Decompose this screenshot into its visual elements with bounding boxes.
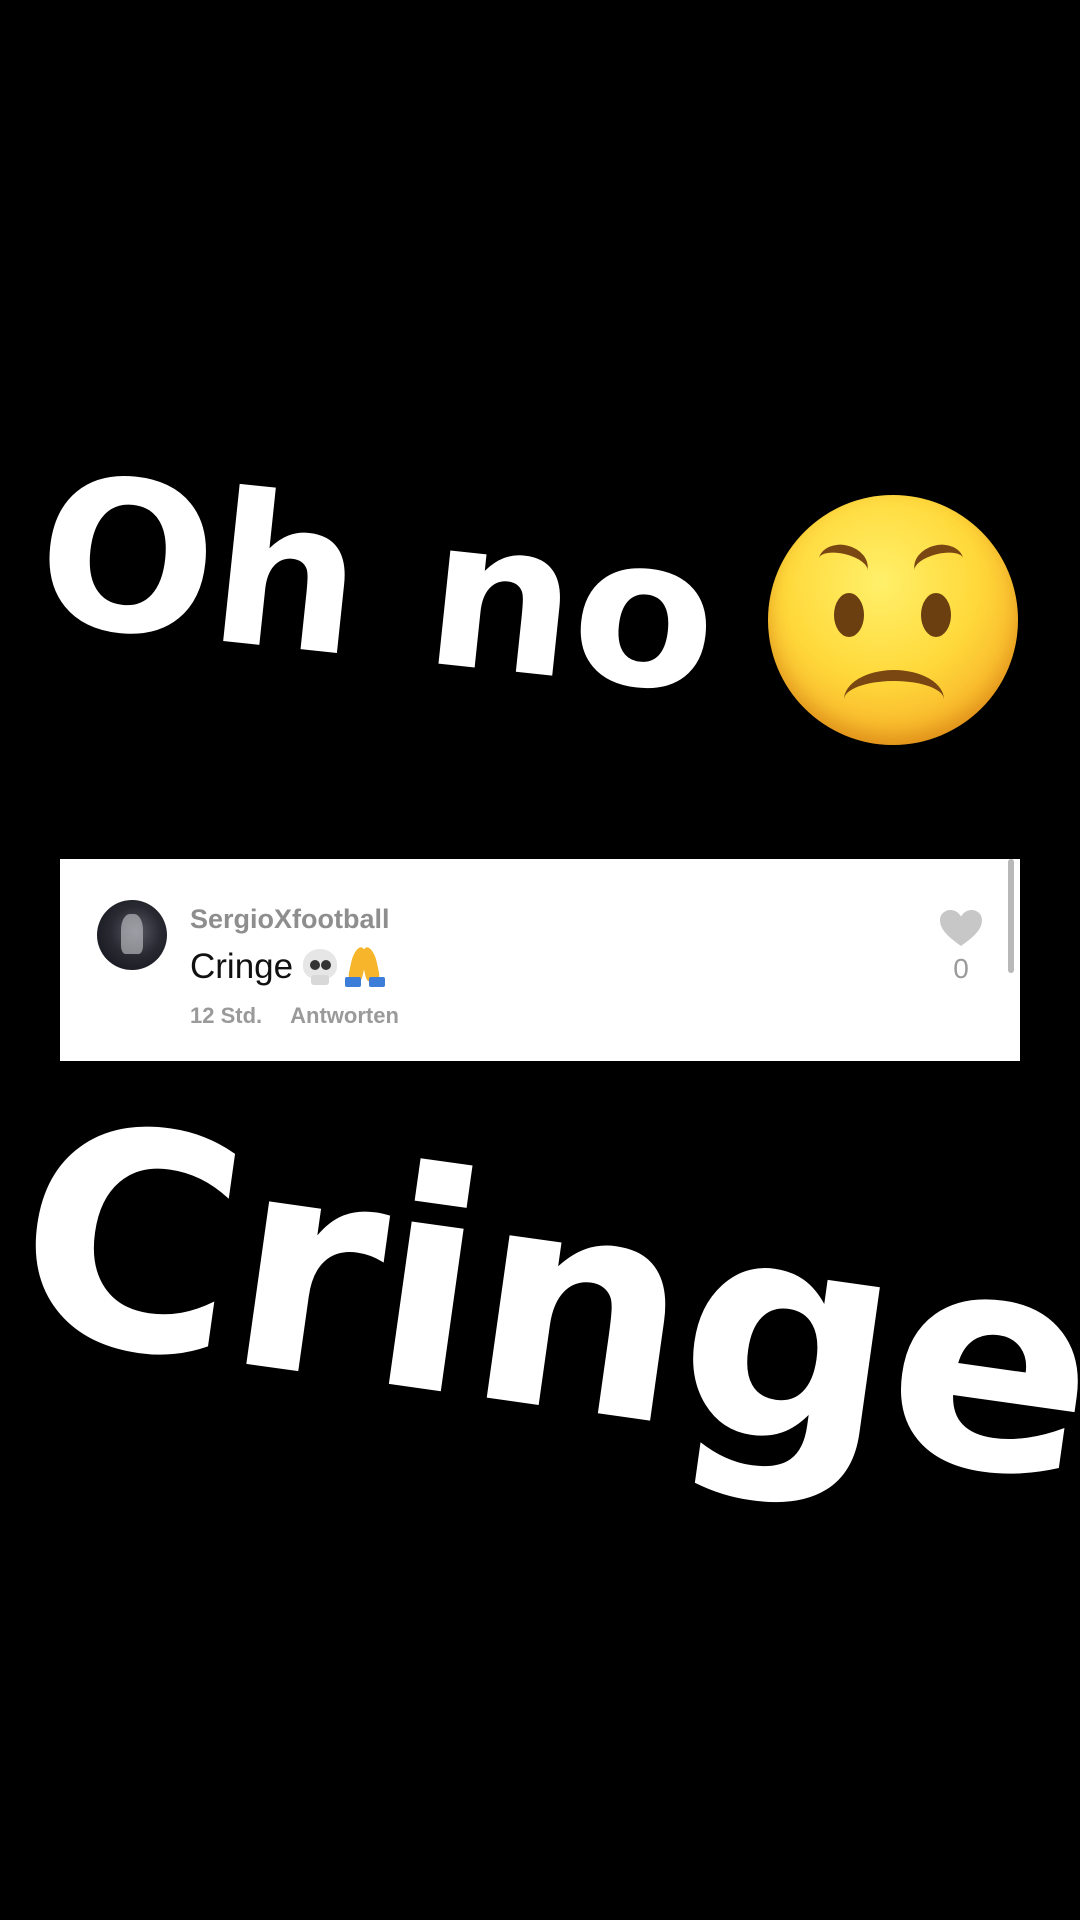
comment-body: Cringe (190, 945, 387, 989)
comment-text: Cringe (190, 947, 294, 986)
like-button[interactable]: 0 (938, 909, 984, 985)
avatar-figure (121, 914, 143, 954)
left-brow (814, 539, 872, 590)
comment-meta: 12 Std. Antworten (190, 1003, 399, 1029)
comment-card[interactable]: SergioXfootball Cringe 12 Std. Antworten (60, 859, 1020, 1061)
comment-time: 12 Std. (190, 1003, 263, 1028)
skull-icon (301, 947, 339, 987)
story-canvas: Oh no SergioXfootball Cringe 12 Std. Ant… (0, 0, 1080, 1920)
folded-hands-icon (343, 945, 387, 989)
heart-icon[interactable] (939, 909, 983, 947)
caption-cringe: Cringe (0, 1055, 1080, 1551)
right-brow (910, 539, 968, 590)
scrollbar[interactable] (1008, 859, 1014, 973)
left-eye (834, 593, 864, 637)
like-count: 0 (953, 953, 969, 984)
worried-face-emoji-icon (768, 495, 1018, 745)
reply-button[interactable]: Antworten (290, 1003, 399, 1029)
avatar[interactable] (97, 900, 167, 970)
right-eye (921, 593, 951, 637)
caption-oh-no: Oh no (26, 430, 727, 742)
frown-mouth (844, 670, 944, 729)
comment-username[interactable]: SergioXfootball (190, 904, 390, 935)
